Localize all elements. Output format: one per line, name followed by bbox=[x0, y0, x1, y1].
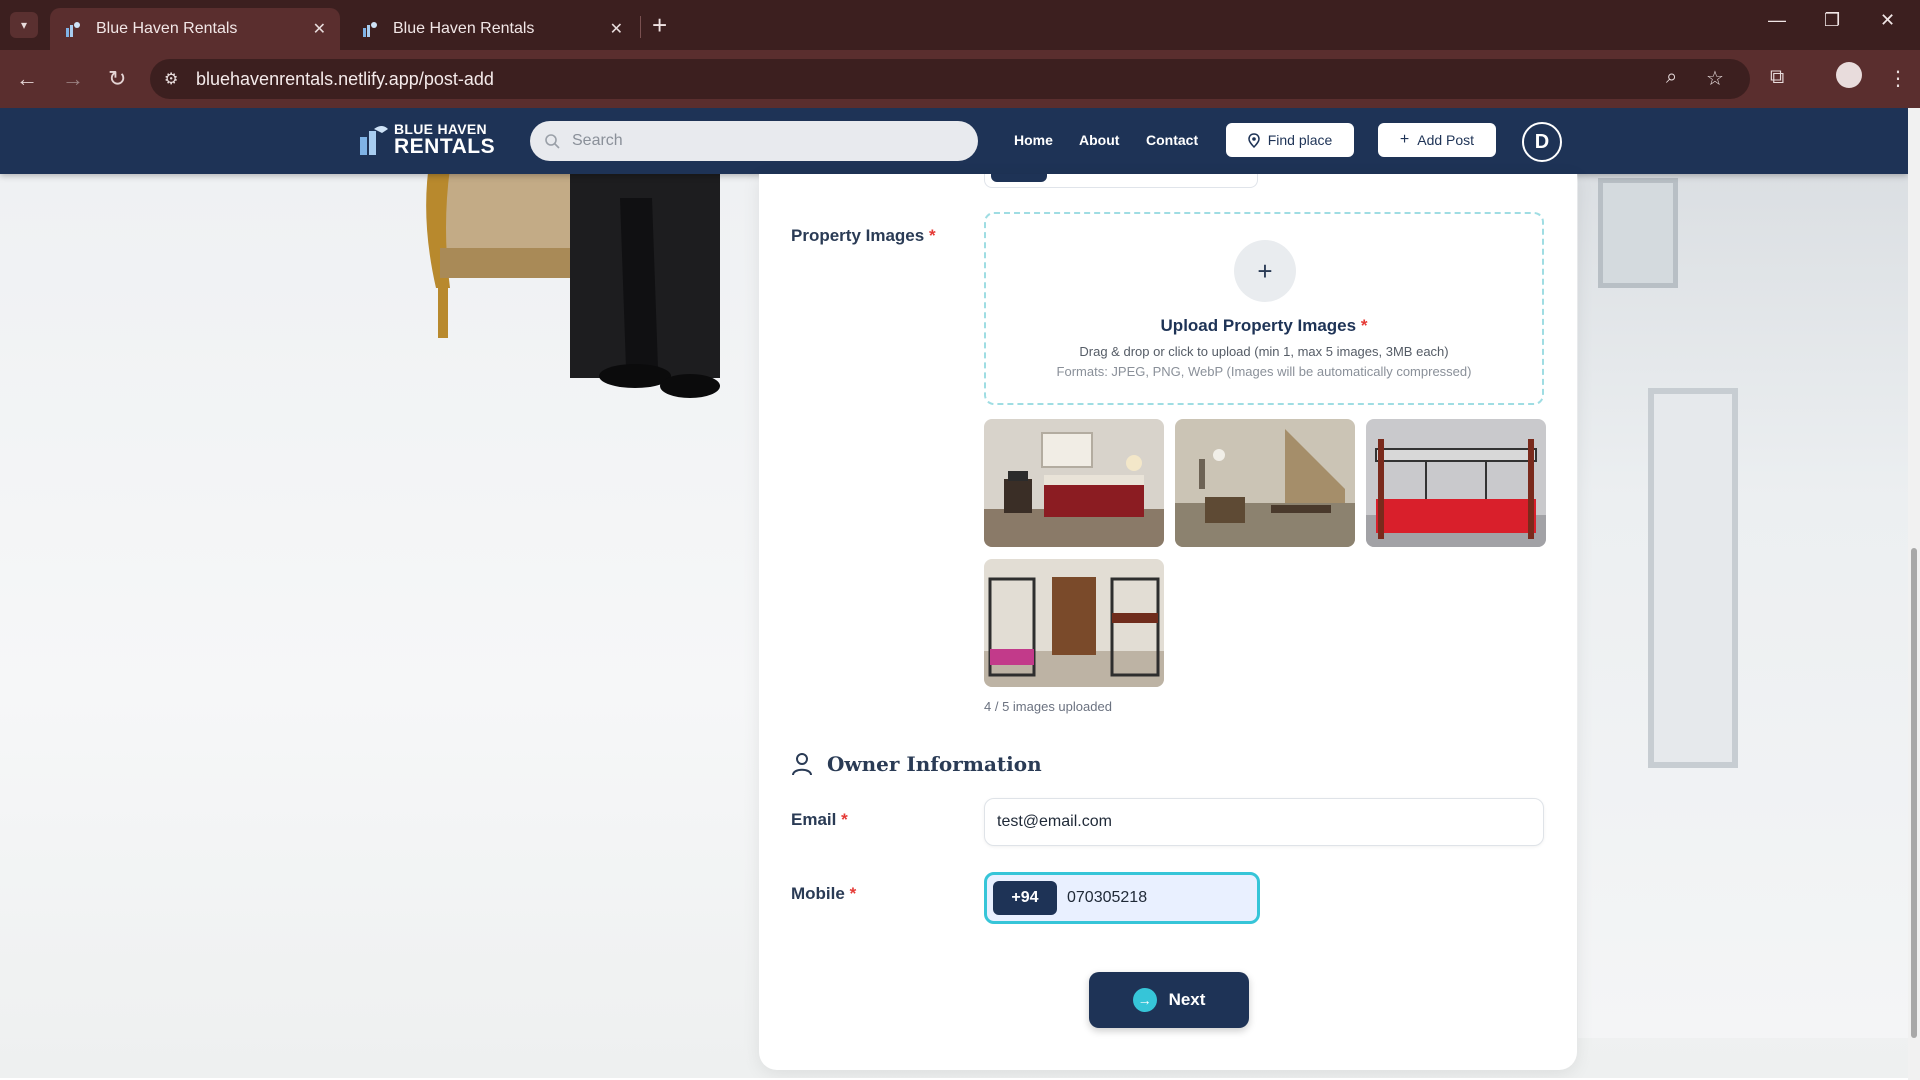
bedroom-photo[interactable] bbox=[984, 419, 1164, 547]
next-label: Next bbox=[1168, 990, 1206, 1009]
property-images-label: Property Images * bbox=[791, 226, 936, 245]
page-scrollbar[interactable] bbox=[1908, 108, 1920, 1080]
tab-close-icon[interactable]: ✕ bbox=[610, 19, 623, 39]
logo-text-line2: RENTALS bbox=[394, 135, 496, 158]
email-field[interactable] bbox=[984, 798, 1544, 846]
add-post-button[interactable]: + Add Post bbox=[1378, 123, 1496, 157]
extensions-icon[interactable]: ⧉ bbox=[1770, 66, 1784, 89]
forward-icon[interactable]: → bbox=[62, 66, 84, 92]
mobile-field[interactable] bbox=[1067, 889, 1247, 907]
bunk-bed-photo[interactable] bbox=[1366, 419, 1546, 547]
living-room-photo[interactable] bbox=[1175, 419, 1355, 547]
search-icon bbox=[545, 134, 560, 149]
owner-information-heading: Owner Information bbox=[791, 752, 1042, 776]
browser-tab-active[interactable]: Blue Haven Rentals ✕ bbox=[50, 8, 340, 50]
arrow-right-icon: → bbox=[1132, 988, 1157, 1012]
logo-building-icon bbox=[360, 125, 388, 155]
post-add-form-card: Property Images * + Upload Property Imag… bbox=[759, 174, 1577, 1070]
back-icon[interactable]: ← bbox=[16, 66, 38, 92]
tab-title: Blue Haven Rentals bbox=[393, 20, 535, 37]
upload-subtitle: Drag & drop or click to upload (min 1, m… bbox=[1079, 344, 1449, 359]
tab-close-icon[interactable]: ✕ bbox=[313, 19, 326, 39]
add-post-label: Add Post bbox=[1417, 132, 1475, 148]
nav-link-about[interactable]: About bbox=[1079, 132, 1119, 148]
email-label: Email * bbox=[791, 810, 848, 829]
bookmark-star-icon[interactable]: ☆ bbox=[1706, 66, 1724, 91]
next-button[interactable]: → Next bbox=[1089, 972, 1249, 1028]
nav-link-contact[interactable]: Contact bbox=[1146, 132, 1198, 148]
logo-text-line1: BLUE HAVEN bbox=[394, 121, 487, 137]
reload-icon[interactable]: ↻ bbox=[108, 66, 126, 92]
browser-tab-inactive[interactable]: Blue Haven Rentals ✕ bbox=[347, 8, 637, 50]
background-window-image bbox=[1598, 178, 1678, 288]
menu-dots-icon[interactable]: ⋮ bbox=[1888, 66, 1908, 91]
upload-formats: Formats: JPEG, PNG, WebP (Images will be… bbox=[1056, 364, 1472, 379]
minimize-icon[interactable]: — bbox=[1768, 10, 1786, 31]
site-navbar: BLUE HAVEN RENTALS Home About Contact Fi… bbox=[0, 108, 1908, 174]
tab-list-button[interactable]: ▾ bbox=[10, 12, 38, 38]
scrollbar-thumb[interactable] bbox=[1911, 548, 1917, 1038]
tab-title: Blue Haven Rentals bbox=[96, 20, 238, 37]
image-upload-dropzone[interactable]: + Upload Property Images * Drag & drop o… bbox=[984, 212, 1544, 405]
site-favicon-icon bbox=[66, 22, 80, 37]
section-title: Owner Information bbox=[827, 752, 1042, 776]
find-place-label: Find place bbox=[1267, 132, 1333, 148]
country-code-badge: +94 bbox=[993, 881, 1057, 915]
search-bar bbox=[530, 121, 978, 161]
address-bar[interactable]: ⚙ bluehavenrentals.netlify.app/post-add bbox=[150, 59, 1750, 99]
site-logo[interactable]: BLUE HAVEN RENTALS bbox=[356, 122, 495, 157]
site-info-icon[interactable]: ⚙ bbox=[164, 69, 178, 89]
close-window-icon[interactable]: ✕ bbox=[1880, 10, 1895, 31]
zoom-icon[interactable]: ⌕ bbox=[1666, 66, 1677, 89]
upload-plus-icon[interactable]: + bbox=[1234, 240, 1296, 302]
nav-link-home[interactable]: Home bbox=[1014, 132, 1053, 148]
browser-toolbar: ← → ↻ ⚙ bluehavenrentals.netlify.app/pos… bbox=[0, 50, 1920, 108]
required-mark: * bbox=[928, 226, 936, 245]
mobile-label: Mobile * bbox=[791, 884, 857, 903]
upload-title: Upload Property Images * bbox=[1160, 316, 1368, 335]
site-favicon-icon bbox=[363, 22, 377, 37]
mobile-field-wrapper: +94 bbox=[984, 872, 1260, 924]
plus-icon: + bbox=[1399, 131, 1410, 148]
search-input[interactable] bbox=[572, 132, 952, 150]
user-icon bbox=[792, 753, 812, 776]
url-text: bluehavenrentals.netlify.app/post-add bbox=[196, 69, 494, 89]
browser-tab-bar: ▾ Blue Haven Rentals ✕ Blue Haven Rental… bbox=[0, 0, 1920, 50]
previous-field-edge bbox=[984, 174, 1258, 188]
profile-icon[interactable] bbox=[1836, 62, 1862, 88]
background-window-image bbox=[1648, 388, 1738, 768]
image-count-text: 4 / 5 images uploaded bbox=[984, 699, 1112, 714]
background-chair-image bbox=[426, 138, 720, 398]
dorm-room-photo[interactable] bbox=[984, 559, 1164, 687]
find-place-button[interactable]: Find place bbox=[1226, 123, 1354, 157]
tab-separator bbox=[640, 16, 641, 38]
user-avatar[interactable]: D bbox=[1522, 122, 1562, 162]
web-page: BLUE HAVEN RENTALS Home About Contact Fi… bbox=[0, 108, 1908, 1078]
restore-icon[interactable]: ❐ bbox=[1824, 10, 1840, 31]
new-tab-icon[interactable]: + bbox=[652, 10, 667, 41]
map-pin-icon bbox=[1247, 132, 1260, 148]
